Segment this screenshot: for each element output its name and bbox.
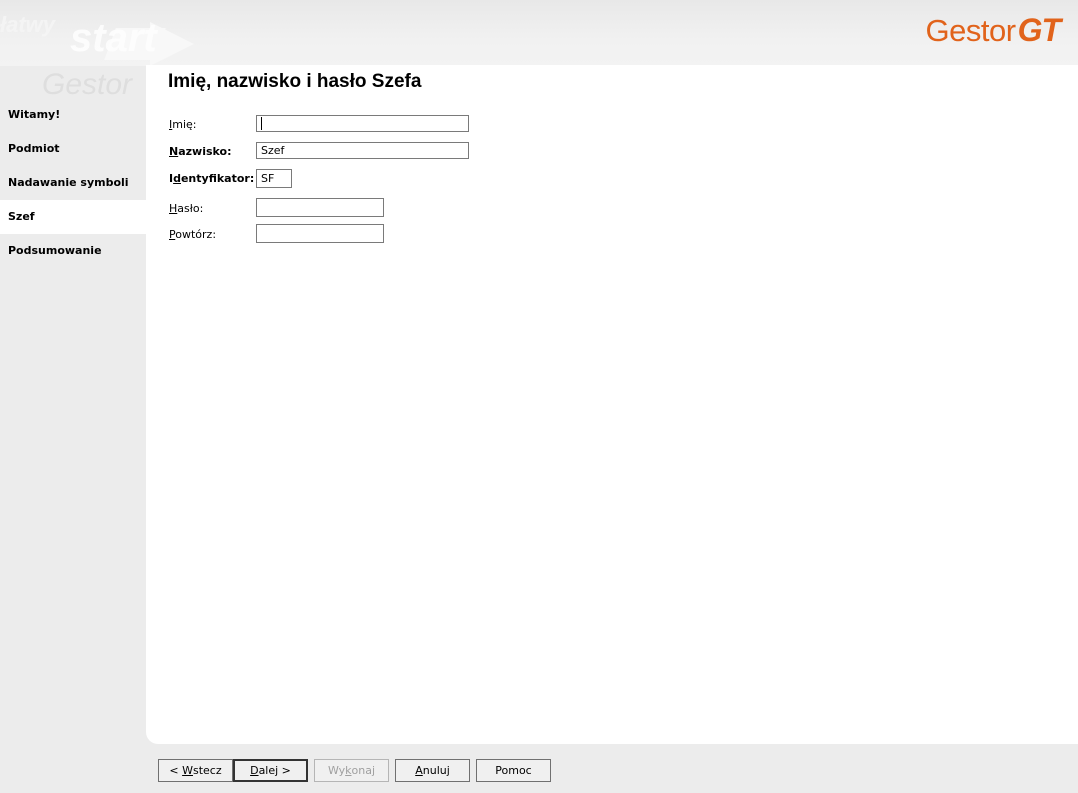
help-button-label: Pomoc [495, 764, 532, 777]
back-button-label: stecz [192, 764, 222, 777]
logo-main-text: Gestor [925, 13, 1017, 48]
last-name-input[interactable] [256, 142, 469, 159]
last-name-label: Nazwisko: [169, 145, 232, 158]
repeat-password-input[interactable] [256, 224, 384, 243]
execute-button-label: onaj [351, 764, 376, 777]
watermark-word-3: Gestor [42, 68, 133, 101]
password-input[interactable] [256, 198, 384, 217]
back-button-prefix: < [169, 764, 183, 777]
last-name-label-mnemonic: N [169, 145, 179, 158]
sidebar-item-szef[interactable]: Szef [0, 200, 146, 234]
last-name-label-text: azwisko: [178, 145, 232, 158]
next-button-mnemonic: D [250, 764, 259, 777]
password-label-text: asło: [177, 202, 204, 215]
back-button[interactable]: < Wstecz [158, 759, 233, 782]
gestor-gt-logo: Gestor GT [925, 12, 1061, 48]
identifier-label: Identyfikator: [169, 172, 254, 185]
wizard-steps-sidebar: Witamy! Podmiot Nadawanie symboli Szef P… [0, 98, 146, 268]
execute-button-prefix: Wy [327, 764, 346, 777]
cancel-button-label: nuluj [422, 764, 450, 777]
logo-accent-text: GT [1017, 12, 1061, 48]
sidebar-item-nadawanie-symboli[interactable]: Nadawanie symboli [0, 166, 146, 200]
page-title: Imię, nazwisko i hasło Szefa [168, 71, 422, 92]
cancel-button[interactable]: Anuluj [395, 759, 470, 782]
identifier-label-text: entyfikator: [180, 172, 255, 185]
sidebar-item-podmiot[interactable]: Podmiot [0, 132, 146, 166]
first-name-label-text: mię: [172, 118, 197, 131]
sidebar-item-podsumowanie[interactable]: Podsumowanie [0, 234, 146, 268]
repeat-password-label: Powtórz: [169, 228, 216, 241]
next-button[interactable]: Dalej > [233, 759, 308, 782]
main-content-panel: Imię, nazwisko i hasło Szefa Imię: Nazwi… [146, 65, 1078, 744]
identifier-label-mnemonic: d [173, 172, 181, 185]
password-label: Hasło: [169, 202, 203, 215]
first-name-label: Imię: [169, 118, 197, 131]
sidebar-item-witamy[interactable]: Witamy! [0, 98, 146, 132]
first-name-input[interactable] [256, 115, 469, 132]
identifier-input[interactable] [256, 169, 292, 188]
next-button-label: alej > [258, 764, 291, 777]
watermark-word-1: łatwy [0, 12, 56, 37]
back-button-mnemonic: W [182, 764, 193, 777]
repeat-password-label-text: owtórz: [175, 228, 217, 241]
cancel-button-mnemonic: A [415, 764, 423, 777]
help-button[interactable]: Pomoc [476, 759, 551, 782]
text-caret [261, 117, 262, 130]
execute-button[interactable]: Wy k onaj [314, 759, 389, 782]
watermark-word-2: start [70, 16, 157, 60]
